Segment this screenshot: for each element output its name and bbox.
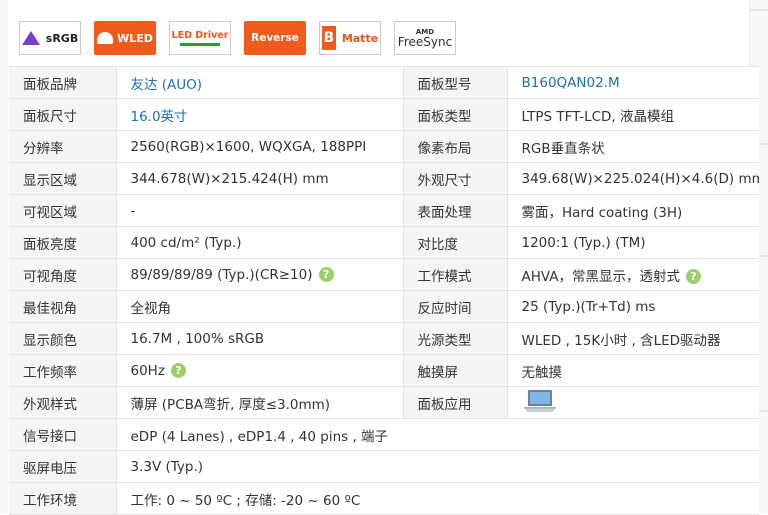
feature-badges: sRGB WLED LED Driver Reverse B Matte AMD… xyxy=(19,21,456,55)
spec-key: 光源类型 xyxy=(403,322,508,355)
spec-value: 349.68(W)×225.024(H)×4.6(D) mm xyxy=(507,162,759,195)
spec-value: 全视角 xyxy=(116,290,404,323)
color-gamut-icon xyxy=(21,31,40,45)
spec-value: RGB垂直条状 xyxy=(507,130,759,163)
spec-key: 面板应用 xyxy=(403,386,508,419)
strip-marker xyxy=(750,9,768,11)
spec-key: 像素布局 xyxy=(403,130,508,163)
spec-value: 3.3V (Typ.) xyxy=(116,450,759,483)
spec-key: 反应时间 xyxy=(403,290,508,323)
led-driver-label: LED Driver xyxy=(171,30,229,41)
spec-key: 外观样式 xyxy=(9,386,117,419)
spec-value: eDP (4 Lanes) , eDP1.4 , 40 pins , 端子 xyxy=(116,418,759,451)
spec-value: 薄屏 (PCBA弯折, 厚度≤3.0mm) xyxy=(116,386,404,419)
matte-label: Matte xyxy=(341,31,379,45)
srgb-badge[interactable]: sRGB xyxy=(19,21,81,55)
spec-key: 可视区域 xyxy=(9,194,117,227)
spec-key: 触摸屏 xyxy=(403,354,508,387)
srgb-label: sRGB xyxy=(45,31,79,45)
spec-value: - xyxy=(116,194,404,227)
help-icon[interactable]: ? xyxy=(170,363,186,378)
spec-key: 分辨率 xyxy=(9,130,117,163)
led-bulb-icon xyxy=(97,32,114,44)
spec-key: 可视角度 xyxy=(9,258,117,291)
spec-key: 面板亮度 xyxy=(9,226,117,259)
driver-underline-icon xyxy=(180,43,220,46)
wled-badge[interactable]: WLED xyxy=(94,21,156,55)
spec-key: 工作模式 xyxy=(403,258,508,291)
model-link[interactable]: B160QAN02.M xyxy=(522,75,620,91)
spec-key: 表面处理 xyxy=(403,194,508,227)
spec-table: 面板品牌 友达 (AUO) 面板型号 B160QAN02.M 面板尺寸 16.0… xyxy=(9,66,759,515)
spec-key: 最佳视角 xyxy=(9,290,117,323)
table-row: 分辨率 2560(RGB)×1600, WQXGA, 188PPI 像素布局 R… xyxy=(9,130,759,163)
matte-letter-icon: B xyxy=(321,26,336,50)
matte-badge[interactable]: B Matte xyxy=(319,21,381,55)
freesync-badge[interactable]: AMD FreeSync xyxy=(394,21,456,55)
spec-key: 驱屏电压 xyxy=(9,450,117,483)
table-row: 信号接口 eDP (4 Lanes) , eDP1.4 , 40 pins , … xyxy=(9,418,759,451)
spec-value: 89/89/89/89 (Typ.)(CR≥10) xyxy=(130,266,313,283)
table-row: 工作环境 工作: 0 ~ 50 ºC ; 存储: -20 ~ 60 ºC xyxy=(9,482,759,515)
spec-key: 面板尺寸 xyxy=(9,98,117,131)
spec-key: 外观尺寸 xyxy=(403,162,508,195)
spec-value: 无触摸 xyxy=(507,354,759,387)
spec-value: 雾面，Hard coating (3H) xyxy=(507,194,759,227)
table-row: 工作频率 60Hz? 触摸屏 无触摸 xyxy=(9,354,759,387)
wled-label: WLED xyxy=(117,31,153,45)
spec-value: 344.678(W)×215.424(H) mm xyxy=(116,162,404,195)
table-row: 最佳视角 全视角 反应时间 25 (Typ.)(Tr+Td) ms xyxy=(9,290,759,323)
spec-value: LTPS TFT-LCD, 液晶模组 xyxy=(507,98,759,131)
table-row: 显示区域 344.678(W)×215.424(H) mm 外观尺寸 349.6… xyxy=(9,162,759,195)
size-link[interactable]: 16.0英寸 xyxy=(131,109,188,125)
table-row: 可视区域 - 表面处理 雾面，Hard coating (3H) xyxy=(9,194,759,227)
table-row: 面板品牌 友达 (AUO) 面板型号 B160QAN02.M xyxy=(9,66,759,99)
spec-value: 2560(RGB)×1600, WQXGA, 188PPI xyxy=(116,130,404,163)
freesync-label: FreeSync xyxy=(397,34,453,49)
spec-key: 面板型号 xyxy=(403,66,508,99)
spec-value: 400 cd/m² (Typ.) xyxy=(116,226,404,259)
page-left-edge xyxy=(0,0,8,513)
spec-value: 工作: 0 ~ 50 ºC ; 存储: -20 ~ 60 ºC xyxy=(116,482,759,515)
spec-key: 工作环境 xyxy=(9,482,117,515)
table-row: 显示颜色 16.7M , 100% sRGB 光源类型 WLED , 15K小时… xyxy=(9,322,759,355)
spec-value: 1200:1 (Typ.) (TM) xyxy=(507,226,759,259)
led-driver-badge[interactable]: LED Driver xyxy=(169,21,231,55)
help-icon[interactable]: ? xyxy=(686,269,701,284)
spec-value: 16.7M , 100% sRGB xyxy=(116,322,404,355)
table-row: 可视角度 89/89/89/89 (Typ.)(CR≥10)? 工作模式 AHV… xyxy=(9,258,759,291)
table-row: 外观样式 薄屏 (PCBA弯折, 厚度≤3.0mm) 面板应用 xyxy=(9,386,759,419)
spec-key: 对比度 xyxy=(403,226,508,259)
brand-link[interactable]: 友达 (AUO) xyxy=(131,77,203,93)
spec-key: 显示颜色 xyxy=(9,322,117,355)
table-row: 面板亮度 400 cd/m² (Typ.) 对比度 1200:1 (Typ.) … xyxy=(9,226,759,259)
spec-key: 工作频率 xyxy=(9,354,117,387)
reverse-badge[interactable]: Reverse xyxy=(244,21,306,55)
help-icon[interactable]: ? xyxy=(318,267,334,282)
spec-key: 信号接口 xyxy=(9,418,117,451)
spec-key: 面板品牌 xyxy=(9,66,117,99)
spec-value: 60Hz xyxy=(130,362,165,379)
spec-key: 面板类型 xyxy=(403,98,508,131)
spec-key: 显示区域 xyxy=(9,162,117,195)
table-row: 面板尺寸 16.0英寸 面板类型 LTPS TFT-LCD, 液晶模组 xyxy=(9,98,759,131)
spec-value: WLED , 15K小时 , 含LED驱动器 xyxy=(507,322,759,355)
spec-value: AHVA，常黑显示，透射式 xyxy=(521,268,681,285)
table-row: 驱屏电压 3.3V (Typ.) xyxy=(9,450,759,483)
spec-value: 25 (Typ.)(Tr+Td) ms xyxy=(507,290,759,323)
laptop-icon[interactable] xyxy=(522,388,558,418)
reverse-label: Reverse xyxy=(251,32,299,44)
